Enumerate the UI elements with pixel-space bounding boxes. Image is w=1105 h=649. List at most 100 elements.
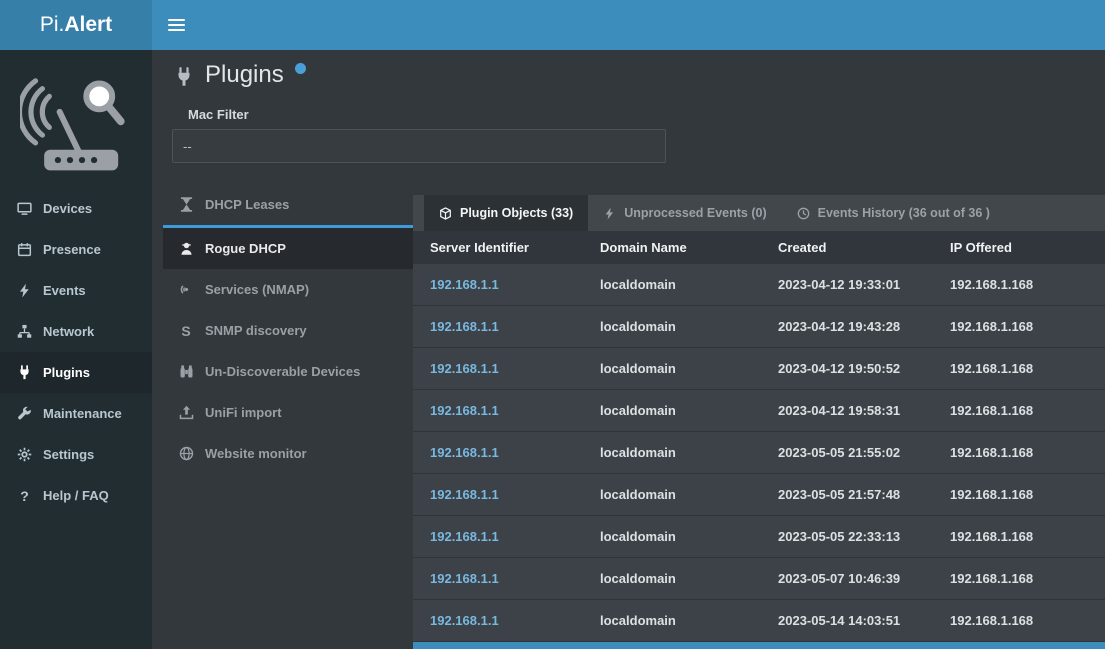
table-row[interactable]: 192.168.1.1 localdomain 2023-04-12 19:33… [413,264,1105,306]
column-header-domain-name[interactable]: Domain Name [600,240,778,255]
plugin-nav-label: UniFi import [205,405,282,420]
mac-filter-input[interactable] [172,129,666,163]
tab-label: Plugin Objects (33) [460,206,573,220]
sidebar-item-label: Devices [43,201,92,216]
plugin-nav-label: DHCP Leases [205,197,289,212]
sidebar-item-plugins[interactable]: Plugins [0,352,152,393]
domain-name-cell: localdomain [600,403,778,418]
domain-name-cell: localdomain [600,319,778,334]
sidebar-item-presence[interactable]: Presence [0,229,152,270]
snmp-s-icon: S [177,323,195,339]
created-cell: 2023-05-05 21:57:48 [778,487,950,502]
main-content: Plugins Mac Filter DHCP Leases Rogue DHC… [152,50,1105,649]
sidebar-item-help-faq[interactable]: ? Help / FAQ [0,475,152,516]
server-identifier-link[interactable]: 192.168.1.1 [430,571,499,586]
domain-name-cell: localdomain [600,361,778,376]
server-identifier-link[interactable]: 192.168.1.1 [430,277,499,292]
pialert-logo-image [0,50,152,188]
domain-name-cell: localdomain [600,571,778,586]
sidebar-item-label: Maintenance [43,406,122,421]
table-row[interactable]: 192.168.1.1 localdomain 2023-04-12 19:43… [413,306,1105,348]
plugin-nav-label: Rogue DHCP [205,241,286,256]
plugin-nav-item-website-monitor[interactable]: Website monitor [163,433,413,474]
server-identifier-link[interactable]: 192.168.1.1 [430,361,499,376]
plugin-nav-item-snmp-discovery[interactable]: S SNMP discovery [163,310,413,351]
sidebar-item-settings[interactable]: Settings [0,434,152,475]
table-row[interactable]: 192.168.1.1 localdomain 2023-05-05 21:55… [413,432,1105,474]
clock-icon [797,207,810,220]
created-cell: 2023-04-12 19:43:28 [778,319,950,334]
plugin-nav-label: Services (NMAP) [205,282,309,297]
server-identifier-link[interactable]: 192.168.1.1 [430,613,499,628]
page-header: Plugins [174,62,306,88]
hamburger-icon [168,19,185,21]
table-row[interactable]: 192.168.1.1 localdomain 2023-05-14 14:03… [413,600,1105,642]
ip-offered-cell: 192.168.1.168 [950,571,1105,586]
plugin-nav-label: Website monitor [205,446,307,461]
sidebar: Devices Presence Events Network Plugins … [0,50,152,649]
sidebar-item-label: Plugins [43,365,90,380]
domain-name-cell: localdomain [600,613,778,628]
page-title: Plugins [205,62,284,88]
globe-icon [177,446,195,461]
satellite-icon [177,282,195,297]
server-identifier-link[interactable]: 192.168.1.1 [430,445,499,460]
server-identifier-link[interactable]: 192.168.1.1 [430,487,499,502]
tab-unprocessed-events[interactable]: Unprocessed Events (0) [588,195,781,231]
domain-name-cell: localdomain [600,445,778,460]
router-magnifier-icon [20,74,132,173]
plugin-nav-item-dhcp-leases[interactable]: DHCP Leases [163,184,413,225]
sidebar-item-network[interactable]: Network [0,311,152,352]
ip-offered-cell: 192.168.1.168 [950,319,1105,334]
table-bottom-accent-bar [413,642,1105,649]
bolt-icon [603,207,616,220]
ip-offered-cell: 192.168.1.168 [950,487,1105,502]
sidebar-item-events[interactable]: Events [0,270,152,311]
plugin-nav-item-undiscoverable-devices[interactable]: Un-Discoverable Devices [163,351,413,392]
plugin-nav-label: SNMP discovery [205,323,307,338]
tab-events-history[interactable]: Events History (36 out of 36 ) [782,195,1005,231]
column-header-created[interactable]: Created [778,240,950,255]
tab-plugin-objects[interactable]: Plugin Objects (33) [424,195,588,231]
sidebar-item-label: Network [43,324,94,339]
menu-toggle-button[interactable] [152,0,200,50]
server-identifier-link[interactable]: 192.168.1.1 [430,403,499,418]
column-header-server-identifier[interactable]: Server Identifier [413,240,600,255]
plug-icon [15,365,34,380]
sidebar-item-label: Settings [43,447,94,462]
server-identifier-link[interactable]: 192.168.1.1 [430,529,499,544]
created-cell: 2023-04-12 19:50:52 [778,361,950,376]
upload-icon [177,405,195,420]
tab-bar: Plugin Objects (33) Unprocessed Events (… [413,195,1105,231]
created-cell: 2023-05-14 14:03:51 [778,613,950,628]
plugin-nav-item-unifi-import[interactable]: UniFi import [163,392,413,433]
ip-offered-cell: 192.168.1.168 [950,403,1105,418]
network-icon [15,324,34,339]
server-identifier-link[interactable]: 192.168.1.1 [430,319,499,334]
gear-icon [15,447,34,462]
ip-offered-cell: 192.168.1.168 [950,445,1105,460]
info-badge-icon[interactable] [295,63,306,74]
created-cell: 2023-04-12 19:33:01 [778,277,950,292]
plugin-nav-item-rogue-dhcp[interactable]: Rogue DHCP [163,228,413,269]
plugin-nav-item-services-nmap[interactable]: Services (NMAP) [163,269,413,310]
domain-name-cell: localdomain [600,487,778,502]
tab-label: Events History (36 out of 36 ) [818,206,990,220]
created-cell: 2023-05-05 22:33:13 [778,529,950,544]
table-row[interactable]: 192.168.1.1 localdomain 2023-05-05 22:33… [413,516,1105,558]
column-header-ip-offered[interactable]: IP Offered [950,240,1105,255]
table-row[interactable]: 192.168.1.1 localdomain 2023-05-05 21:57… [413,474,1105,516]
plugin-content-panel: Plugin Objects (33) Unprocessed Events (… [413,195,1105,649]
question-icon: ? [15,488,34,504]
brand-logo[interactable]: Pi.Alert [0,0,152,50]
binoculars-icon [177,364,195,379]
sidebar-item-maintenance[interactable]: Maintenance [0,393,152,434]
cube-icon [439,207,452,220]
table-row[interactable]: 192.168.1.1 localdomain 2023-04-12 19:50… [413,348,1105,390]
domain-name-cell: localdomain [600,529,778,544]
brand-bold: Alert [64,13,112,37]
sidebar-item-devices[interactable]: Devices [0,188,152,229]
top-navbar: Pi.Alert [0,0,1105,50]
table-row[interactable]: 192.168.1.1 localdomain 2023-05-07 10:46… [413,558,1105,600]
table-row[interactable]: 192.168.1.1 localdomain 2023-04-12 19:58… [413,390,1105,432]
